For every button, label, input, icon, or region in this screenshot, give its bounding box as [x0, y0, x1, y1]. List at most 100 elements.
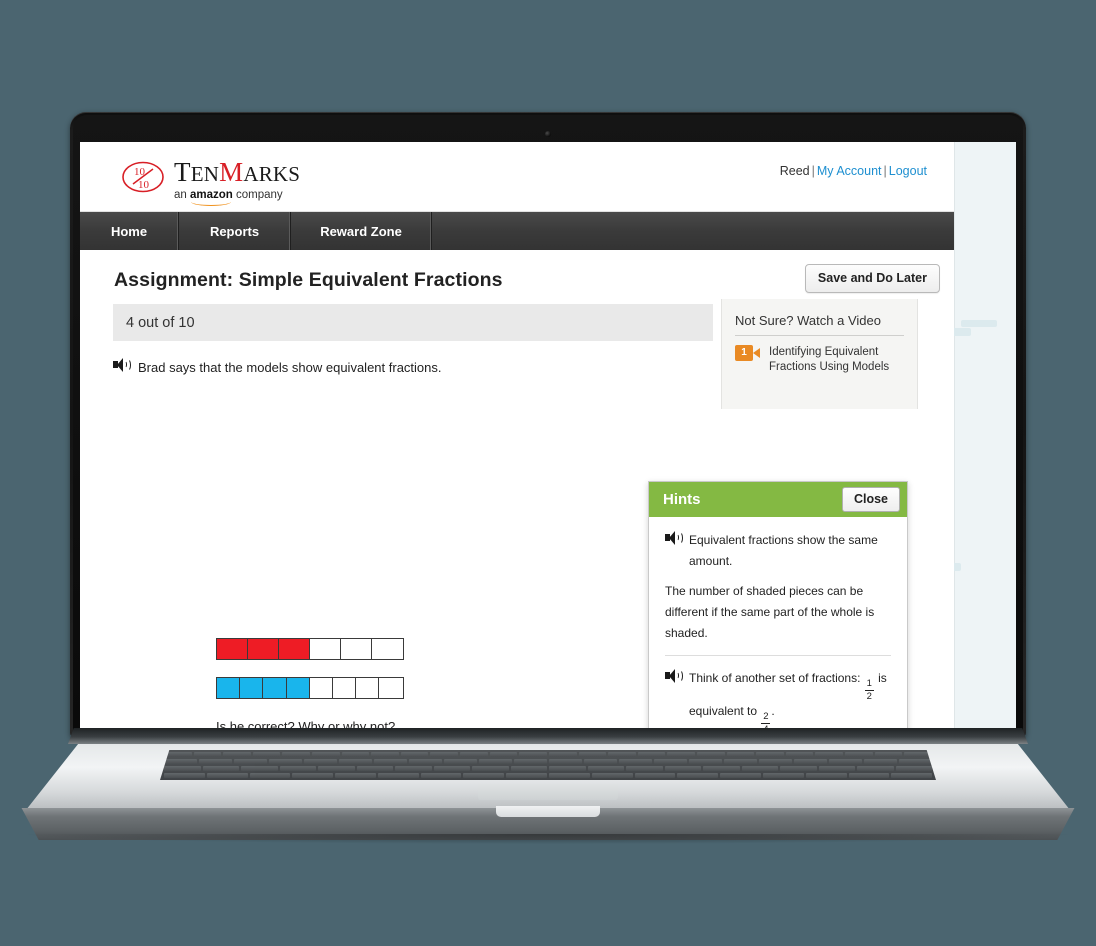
speaker-icon[interactable] [665, 530, 683, 545]
keyboard-key [519, 752, 547, 757]
hints-body[interactable]: Equivalent fractions show the same amoun… [649, 517, 907, 730]
keyboard-key [720, 773, 761, 778]
keyboard-key [578, 752, 607, 757]
browser-page: 10 10 TENMARKS an amazon company Reed | My… [80, 142, 1016, 730]
logo-arks: ARKS [243, 162, 301, 186]
keyboard-key [864, 759, 897, 764]
site-header: 10 10 TENMARKS an amazon company Reed | My… [80, 142, 954, 212]
fraction-cell [263, 678, 287, 698]
fraction-cell [379, 678, 402, 698]
keyboard-key [339, 759, 372, 764]
keyboard-key [234, 759, 267, 764]
logo-m: M [219, 157, 244, 187]
keyboard-key [762, 773, 804, 778]
tenmarks-logo[interactable]: 10 10 TENMARKS an amazon company [121, 155, 301, 206]
hints-header: Hints Close [649, 482, 907, 517]
keyboard-key [420, 773, 462, 778]
keyboard-key [637, 752, 666, 757]
keyboard-key [895, 766, 932, 771]
keyboard-key [891, 773, 933, 778]
hint-block-1: Equivalent fractions show the same amoun… [665, 530, 891, 655]
video-list-item[interactable]: 1 Identifying Equivalent Fractions Using… [735, 336, 904, 375]
keyboard-key [304, 759, 337, 764]
fraction-cell [279, 639, 310, 659]
user-name: Reed [779, 164, 810, 178]
keyboard-key [667, 752, 695, 757]
keyboard-key [845, 752, 873, 757]
keyboard-row [164, 766, 932, 771]
laptop-shadow [28, 834, 1068, 844]
keyboard-key [409, 759, 442, 764]
my-account-link[interactable]: My Account [817, 164, 882, 178]
keyboard-key [472, 766, 509, 771]
keyboard-key [785, 752, 814, 757]
keyboard-key [335, 773, 376, 778]
question-row: Brad says that the models show equivalen… [113, 357, 442, 375]
keyboard-key [780, 766, 817, 771]
video-camera-icon: 1 [735, 345, 760, 361]
keyboard-key [689, 759, 722, 764]
keyboard-key [857, 766, 894, 771]
hints-panel: Hints Close Equivalent fractions show th… [648, 481, 908, 730]
main-nav: Home Reports Reward Zone [80, 212, 954, 250]
screenshot-stage: 10 10 TENMARKS an amazon company Reed | My… [0, 0, 1096, 946]
keyboard-key [829, 759, 862, 764]
keyboard-key [696, 752, 725, 757]
video-item-label: Identifying Equivalent Fractions Using M… [769, 346, 890, 374]
keyboard-key [724, 759, 757, 764]
nav-item-home[interactable]: Home [80, 212, 179, 250]
question-text: Brad says that the models show equivalen… [138, 360, 442, 375]
nav-item-reward-zone[interactable]: Reward Zone [291, 212, 432, 250]
user-links: Reed | My Account | Logout [780, 164, 927, 178]
fraction-one-half: 12 [864, 678, 874, 702]
keyboard-key [549, 766, 586, 771]
laptop-front-notch [496, 806, 600, 817]
keyboard-key [223, 752, 251, 757]
video-number: 1 [735, 345, 753, 361]
progress-bar: 4 out of 10 [113, 304, 713, 341]
laptop-trackpad [478, 784, 618, 800]
speaker-icon[interactable] [665, 668, 683, 684]
svg-text:10: 10 [138, 179, 150, 191]
keyboard-key [463, 773, 505, 778]
keyboard-key [252, 752, 281, 757]
keyboard-key [899, 759, 932, 764]
hints-title: Hints [663, 491, 701, 508]
keyboard-key [292, 773, 334, 778]
save-and-do-later-button[interactable]: Save and Do Later [804, 264, 940, 293]
keyboard-key [818, 766, 855, 771]
laptop-screen: 10 10 TENMARKS an amazon company Reed | My… [80, 142, 1016, 730]
fraction-cell [372, 639, 403, 659]
webcam-icon [545, 131, 551, 137]
keyboard-key [193, 752, 222, 757]
keyboard-key [677, 773, 719, 778]
assignment-content: Assignment: Simple Equivalent Fractions … [80, 250, 954, 730]
hints-close-button[interactable]: Close [841, 487, 900, 512]
page-title: Assignment: Simple Equivalent Fractions [114, 269, 503, 291]
logo-sub-suffix: company [232, 189, 283, 201]
keyboard-key [430, 752, 459, 757]
hint-2-prefix: Think of another set of fractions: [689, 671, 864, 686]
keyboard-key [356, 766, 393, 771]
nav-item-reports[interactable]: Reports [179, 212, 291, 250]
logo-en: EN [190, 162, 220, 186]
fraction-cell [341, 639, 372, 659]
keyboard-key [374, 759, 407, 764]
keyboard-key [282, 752, 311, 757]
keyboard-row [164, 759, 932, 764]
logout-link[interactable]: Logout [889, 164, 927, 178]
keyboard-key [759, 759, 792, 764]
keyboard-key [741, 766, 778, 771]
keyboard-key [703, 766, 740, 771]
keyboard-key [279, 766, 316, 771]
keyboard-key [433, 766, 470, 771]
hint-divider-1 [665, 655, 891, 657]
speaker-icon[interactable] [113, 357, 131, 372]
logo-sub-prefix: an [174, 189, 190, 201]
keyboard-key [608, 752, 636, 757]
hint-2-suffix: . [771, 704, 775, 719]
keyboard-key [549, 773, 590, 778]
logo-t: T [174, 157, 191, 187]
progress-label: 4 out of 10 [126, 314, 195, 331]
keyboard-key [664, 766, 701, 771]
